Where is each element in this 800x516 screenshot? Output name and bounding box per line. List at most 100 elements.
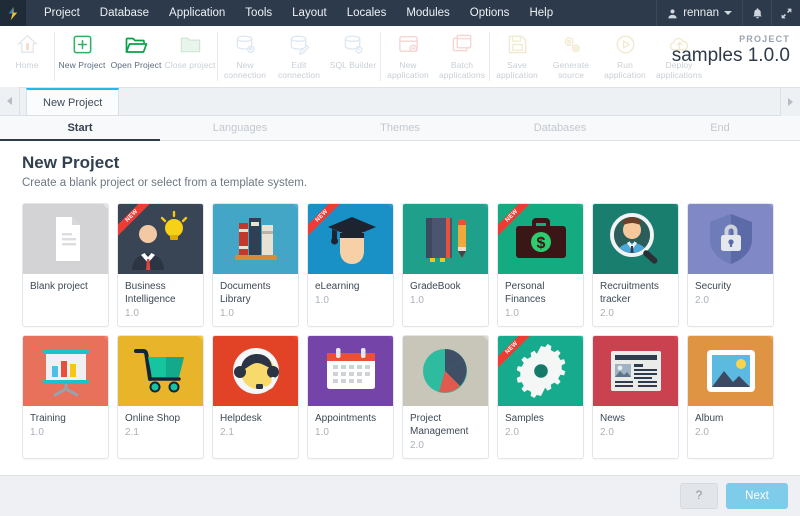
tab-strip: New Project [0, 88, 800, 116]
template-card-documents-library[interactable]: Documents Library 1.0 [212, 203, 299, 327]
template-card-business-intelligence[interactable]: NEW Business Intelligence 1.0 [117, 203, 204, 327]
toolbar-button-close-project[interactable]: Close project [163, 26, 217, 87]
template-card-security[interactable]: Security 2.0 [687, 203, 774, 327]
new-ribbon: NEW [118, 204, 158, 244]
card-title: Samples [505, 412, 576, 425]
menu-item-application[interactable]: Application [159, 2, 235, 24]
card-title: News [600, 412, 671, 425]
card-version: 2.0 [505, 426, 576, 439]
card-version: 2.0 [410, 439, 481, 452]
template-card-elearning[interactable]: NEW eLearning 1.0 [307, 203, 394, 327]
template-card-helpdesk[interactable]: Helpdesk 2.1 [212, 335, 299, 459]
step-languages[interactable]: Languages [160, 116, 320, 140]
card-thumbnail [213, 204, 298, 274]
card-thumbnail [688, 336, 773, 406]
arrow-right-icon [788, 98, 793, 106]
fullscreen-button[interactable] [772, 0, 800, 26]
template-card-appointments[interactable]: Appointments 1.0 [307, 335, 394, 459]
main-content: New Project Create a blank project or se… [0, 141, 800, 475]
help-button[interactable]: ? [680, 483, 718, 509]
menu-item-database[interactable]: Database [90, 2, 159, 24]
edit-database-icon [288, 31, 311, 58]
card-version: 2.1 [125, 426, 196, 439]
shield-lock-icon [705, 211, 757, 267]
step-databases[interactable]: Databases [480, 116, 640, 140]
template-card-personal-finances[interactable]: NEW $ Personal Finances 1.0 [497, 203, 584, 327]
project-name: samples 1.0.0 [672, 45, 790, 67]
new-project-icon [71, 31, 94, 58]
chevron-down-icon [724, 11, 732, 15]
card-body: Online Shop 2.1 [118, 406, 203, 458]
toolbar-button-new-application[interactable]: New application [381, 26, 435, 87]
card-thumbnail [403, 204, 488, 274]
toolbar-button-sql-builder[interactable]: SQL Builder [326, 26, 380, 87]
pie-chart-icon [419, 345, 473, 397]
gears-icon [560, 31, 583, 58]
template-card-gradebook[interactable]: GradeBook 1.0 [402, 203, 489, 327]
app-logo[interactable] [0, 0, 26, 26]
user-name: rennan [683, 7, 719, 19]
card-version: 1.0 [505, 307, 576, 320]
template-card-blank-project[interactable]: Blank project [22, 203, 109, 327]
card-version: 1.0 [220, 307, 291, 320]
notifications-button[interactable] [743, 0, 771, 26]
menu-item-options[interactable]: Options [460, 2, 520, 24]
toolbar-label: Batch applications [435, 60, 489, 80]
toolbar-button-save-application[interactable]: Save application [490, 26, 544, 87]
toolbar-button-new-project[interactable]: New Project [55, 26, 109, 87]
card-body: Security 2.0 [688, 274, 773, 326]
card-title: eLearning [315, 280, 386, 293]
template-card-recruitments-tracker[interactable]: Recruitments tracker 2.0 [592, 203, 679, 327]
toolbar-button-new-connection[interactable]: New connection [218, 26, 272, 87]
card-body: Recruitments tracker 2.0 [593, 274, 678, 326]
menu-item-layout[interactable]: Layout [282, 2, 337, 24]
ribbon-label: NEW [498, 336, 537, 373]
card-version: 1.0 [125, 307, 196, 320]
user-menu[interactable]: rennan [657, 0, 742, 26]
card-version: 2.0 [600, 307, 671, 320]
tab-scroll-left-button[interactable] [0, 87, 20, 115]
toolbar-button-batch-applications[interactable]: Batch applications [435, 26, 489, 87]
toolbar-group-application: New application Batch applications [381, 26, 489, 87]
step-end[interactable]: End [640, 116, 800, 140]
toolbar-button-edit-connection[interactable]: Edit connection [272, 26, 326, 87]
card-body: eLearning 1.0 [308, 274, 393, 326]
card-title: Personal Finances [505, 280, 576, 306]
sql-builder-icon [342, 31, 365, 58]
tab-new-project[interactable]: New Project [26, 88, 119, 115]
new-ribbon: NEW [308, 204, 348, 244]
step-themes[interactable]: Themes [320, 116, 480, 140]
menu-item-help[interactable]: Help [519, 2, 563, 24]
toolbar-label: New connection [218, 60, 272, 80]
menu-item-tools[interactable]: Tools [235, 2, 282, 24]
template-card-online-shop[interactable]: Online Shop 2.1 [117, 335, 204, 459]
card-thumbnail [213, 336, 298, 406]
toolbar-button-open-project[interactable]: Open Project [109, 26, 163, 87]
wizard-step-bar: Start Languages Themes Databases End [0, 116, 800, 141]
toolbar-label: Generate source [544, 60, 598, 80]
template-card-album[interactable]: Album 2.0 [687, 335, 774, 459]
next-button[interactable]: Next [726, 483, 788, 509]
toolbar-label: Run application [598, 60, 652, 80]
batch-applications-icon [451, 31, 474, 58]
toolbar-button-home[interactable]: Home [0, 26, 54, 87]
toolbar-button-run-application[interactable]: Run application [598, 26, 652, 87]
step-start[interactable]: Start [0, 116, 160, 140]
template-card-news[interactable]: News 2.0 [592, 335, 679, 459]
card-body: Appointments 1.0 [308, 406, 393, 458]
template-card-samples[interactable]: NEW Samples 2.0 [497, 335, 584, 459]
toolbar-label: Save application [490, 60, 544, 80]
toolbar-button-generate-source[interactable]: Generate source [544, 26, 598, 87]
card-thumbnail: NEW [308, 204, 393, 274]
person-magnifier-icon [605, 211, 667, 267]
close-folder-icon [179, 31, 202, 58]
tab-scroll-right-button[interactable] [780, 88, 800, 116]
menu-item-locales[interactable]: Locales [337, 2, 397, 24]
menu-item-project[interactable]: Project [34, 2, 90, 24]
project-info: PROJECT samples 1.0.0 [672, 34, 790, 67]
save-icon [506, 31, 529, 58]
menu-item-modules[interactable]: Modules [396, 2, 459, 24]
template-card-training[interactable]: Training 1.0 [22, 335, 109, 459]
template-card-project-management[interactable]: Project Management 2.0 [402, 335, 489, 459]
toolbar-label: Open Project [111, 60, 162, 70]
